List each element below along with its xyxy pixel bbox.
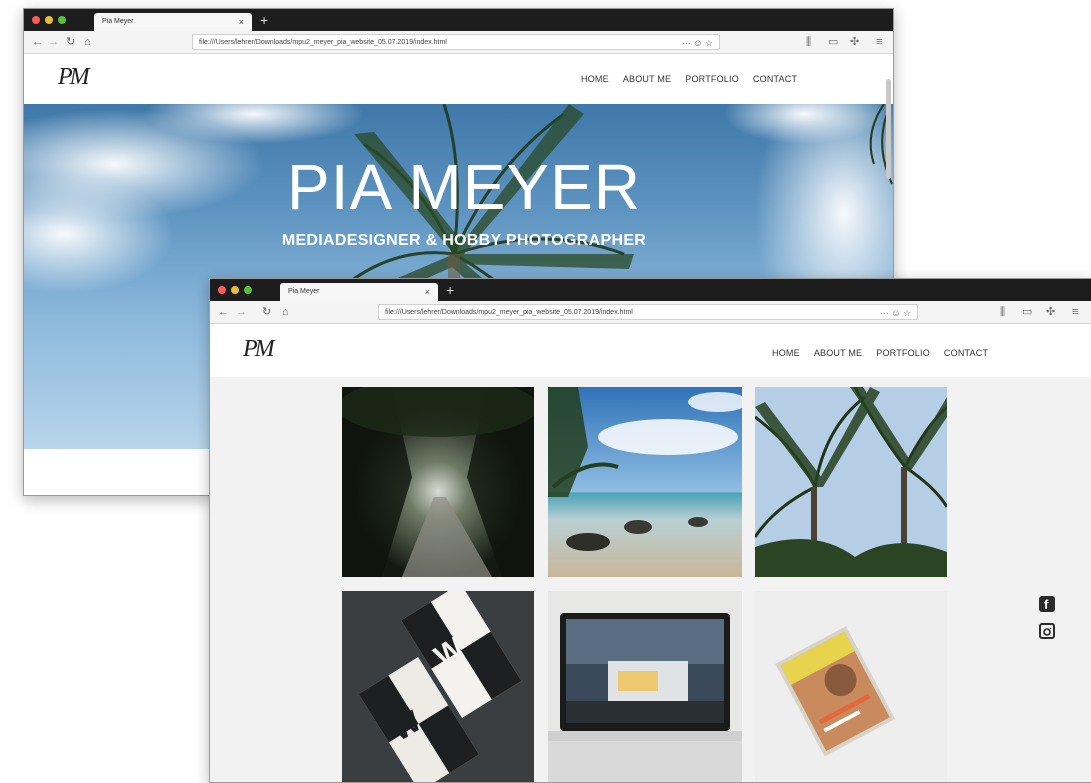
nav-contact[interactable]: CONTACT <box>753 74 797 84</box>
nav-about-me[interactable]: ABOUT ME <box>814 348 862 358</box>
nav-home[interactable]: HOME <box>581 74 609 84</box>
nav-portfolio[interactable]: PORTFOLIO <box>876 348 930 358</box>
minimize-window-button[interactable] <box>45 16 53 24</box>
minimize-window-button[interactable] <box>231 286 239 294</box>
extensions-icon[interactable]: ✣ <box>850 35 859 49</box>
browser-window-front: Pia Meyer × + ← → ↻ ⌂ file:///Users/lehr… <box>209 278 1091 783</box>
url-text: file:///Users/lehrer/Downloads/mpu2_meye… <box>385 309 633 316</box>
site-nav: HOME ABOUT ME PORTFOLIO CONTACT <box>581 74 797 84</box>
zoom-window-button[interactable] <box>244 286 252 294</box>
forest-path-photo[interactable] <box>342 387 534 577</box>
window-controls <box>32 16 66 24</box>
new-tab-icon[interactable]: + <box>446 282 454 298</box>
site-header: PM HOME ABOUT ME PORTFOLIO CONTACT <box>24 54 893 104</box>
menu-icon[interactable]: ≡ <box>876 35 882 49</box>
new-tab-icon[interactable]: + <box>260 12 268 28</box>
business-cards-mockup[interactable]: W W <box>342 591 534 782</box>
browser-toolbar: ← → ↻ ⌂ file:///Users/lehrer/Downloads/m… <box>24 31 893 54</box>
site-header: PM HOME ABOUT ME PORTFOLIO CONTACT <box>210 324 1091 378</box>
hero-title: PIA MEYER <box>287 151 641 223</box>
browser-tab[interactable]: Pia Meyer × <box>94 13 252 31</box>
laptop-mockup[interactable] <box>548 591 742 782</box>
url-bar[interactable]: file:///Users/lehrer/Downloads/mpu2_meye… <box>192 34 720 50</box>
beach-photo[interactable] <box>548 387 742 577</box>
hero-subtitle: MEDIADESIGNER & HOBBY PHOTOGRAPHER <box>281 232 647 249</box>
instagram-icon[interactable] <box>1039 623 1055 639</box>
window-controls <box>218 286 252 294</box>
browser-toolbar: ← → ↻ ⌂ file:///Users/lehrer/Downloads/m… <box>210 301 1091 324</box>
home-icon[interactable]: ⌂ <box>282 305 289 319</box>
portfolio-gallery: W W <box>210 377 1091 782</box>
site-logo[interactable]: PM <box>58 64 90 91</box>
url-actions[interactable]: ··· ☺ ☆ <box>880 305 911 319</box>
close-tab-icon[interactable]: × <box>239 13 244 31</box>
url-bar[interactable]: file:///Users/lehrer/Downloads/mpu2_meye… <box>378 304 918 320</box>
back-icon[interactable]: ← <box>218 305 229 319</box>
tab-title: Pia Meyer <box>288 288 320 295</box>
site-nav: HOME ABOUT ME PORTFOLIO CONTACT <box>772 348 988 358</box>
extensions-icon[interactable]: ✣ <box>1046 305 1055 319</box>
close-window-button[interactable] <box>32 16 40 24</box>
nav-contact[interactable]: CONTACT <box>944 348 988 358</box>
browser-tab[interactable]: Pia Meyer × <box>280 283 438 301</box>
forward-icon[interactable]: → <box>48 35 59 49</box>
nav-portfolio[interactable]: PORTFOLIO <box>685 74 739 84</box>
close-window-button[interactable] <box>218 286 226 294</box>
sidebar-icon[interactable]: ▭ <box>828 35 838 49</box>
title-bar: Pia Meyer × + <box>24 9 893 31</box>
sidebar-icon[interactable]: ▭ <box>1022 305 1032 319</box>
home-icon[interactable]: ⌂ <box>84 35 91 49</box>
facebook-icon[interactable]: f <box>1039 596 1055 612</box>
site-logo[interactable]: PM <box>243 336 275 363</box>
library-icon[interactable]: ⫼ <box>806 35 811 49</box>
nav-home[interactable]: HOME <box>772 348 800 358</box>
svg-text:f: f <box>1044 597 1049 612</box>
palm-trees-photo[interactable] <box>755 387 947 577</box>
nav-about-me[interactable]: ABOUT ME <box>623 74 671 84</box>
library-icon[interactable]: ⫼ <box>1000 305 1005 319</box>
zoom-window-button[interactable] <box>58 16 66 24</box>
scrollbar[interactable] <box>886 79 891 179</box>
title-bar: Pia Meyer × + <box>210 279 1091 301</box>
forward-icon[interactable]: → <box>236 305 247 319</box>
magazine-mockup[interactable] <box>755 591 947 782</box>
url-actions[interactable]: ··· ☺ ☆ <box>682 35 713 49</box>
reload-icon[interactable]: ↻ <box>262 305 271 319</box>
reload-icon[interactable]: ↻ <box>66 35 75 49</box>
url-text: file:///Users/lehrer/Downloads/mpu2_meye… <box>199 39 447 46</box>
menu-icon[interactable]: ≡ <box>1072 305 1078 319</box>
back-icon[interactable]: ← <box>32 35 43 49</box>
close-tab-icon[interactable]: × <box>425 283 430 301</box>
tab-title: Pia Meyer <box>102 18 134 25</box>
